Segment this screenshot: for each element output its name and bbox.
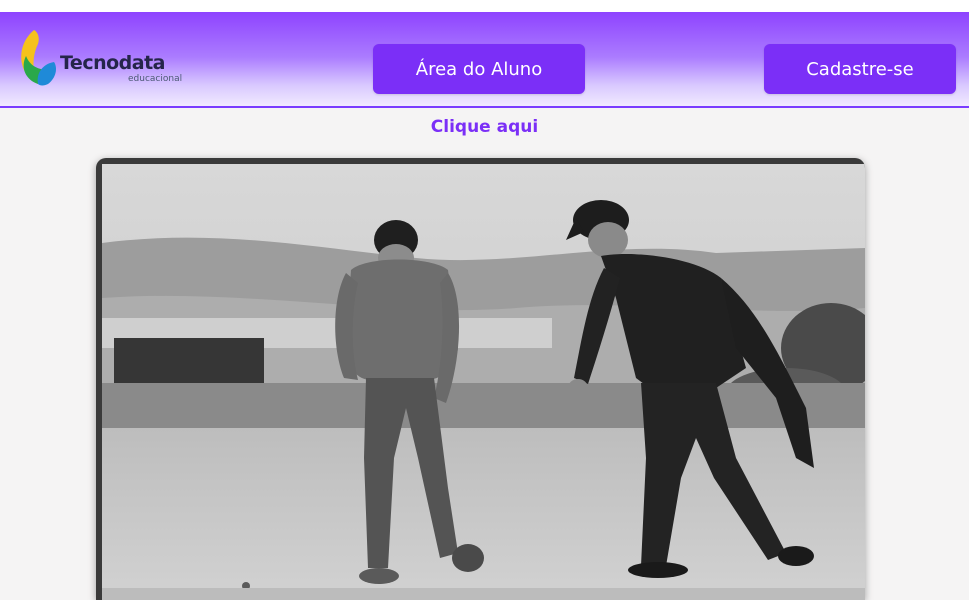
tecnodata-logo[interactable]: Tecnodata educacional bbox=[16, 26, 196, 92]
top-strip bbox=[0, 0, 969, 12]
clique-aqui-link[interactable]: Clique aqui bbox=[0, 117, 969, 137]
area-do-aluno-button[interactable]: Área do Aluno bbox=[373, 44, 585, 94]
logo-subtitle: educacional bbox=[128, 74, 183, 84]
hero-photo bbox=[96, 158, 865, 600]
cadastre-se-button[interactable]: Cadastre-se bbox=[764, 44, 956, 94]
logo-name: Tecnodata bbox=[60, 52, 166, 74]
golf-photo-image bbox=[102, 164, 865, 600]
site-header: Tecnodata educacional Área do Aluno Cada… bbox=[0, 12, 969, 108]
